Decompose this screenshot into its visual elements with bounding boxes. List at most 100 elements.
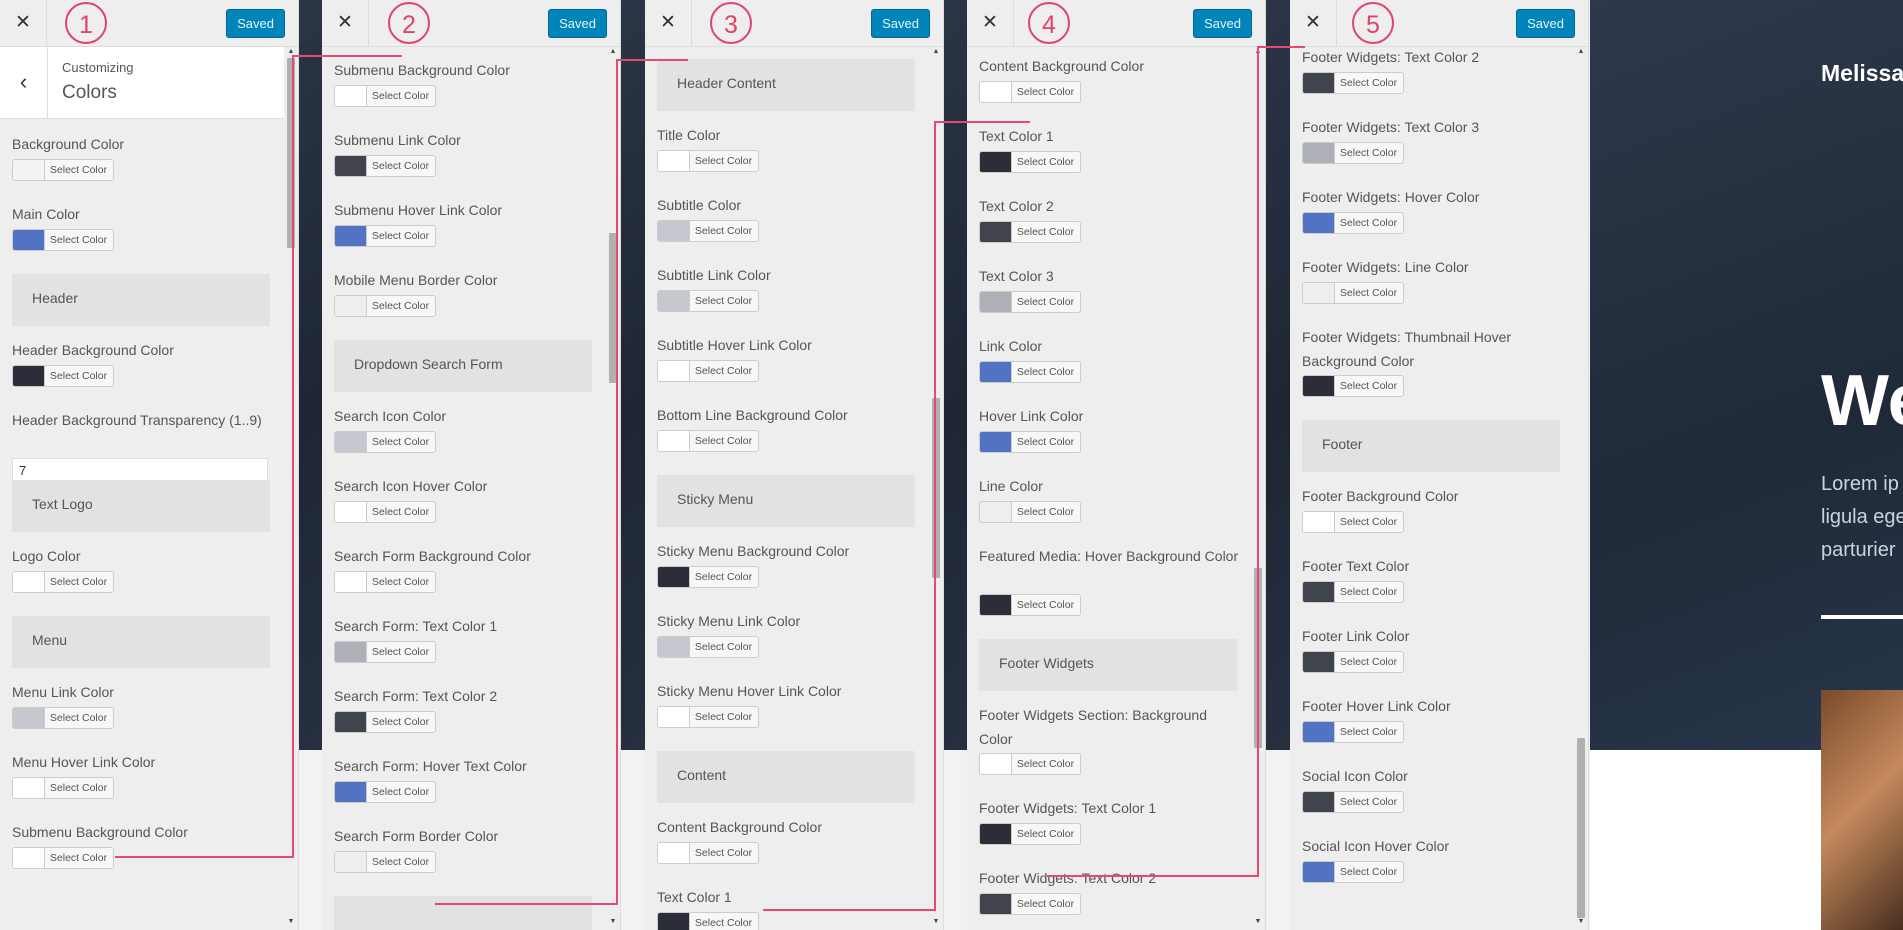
control-label: Footer Widgets: Line Color [1302,259,1469,275]
control-label: Footer Widgets: Hover Color [1302,189,1480,205]
select-color-button-text-color-3[interactable]: Select Color [979,291,1081,313]
select-color-button-social-icon-hover-color[interactable]: Select Color [1302,861,1404,883]
select-color-button-submenu-background-color[interactable]: Select Color [334,85,436,107]
select-color-button-footer-widgets-text-color-2[interactable]: Select Color [1302,72,1404,94]
select-color-button-sticky-menu-background-color[interactable]: Select Color [657,566,759,588]
select-color-button-background-color[interactable]: Select Color [12,159,114,181]
select-color-button-social-icon-color[interactable]: Select Color [1302,791,1404,813]
color-swatch [13,708,45,728]
scroll-up-arrow[interactable]: ▲ [609,48,617,56]
section-heading-dropdown-search-form[interactable]: Dropdown Search Form [334,340,592,392]
close-icon[interactable]: ✕ [322,0,369,46]
select-color-label: Select Color [694,571,753,583]
section-heading-header-content[interactable]: Header Content [657,59,915,111]
section-heading-footer-widgets[interactable]: Footer Widgets [979,639,1237,691]
section-heading-footer[interactable]: Footer [1302,420,1560,472]
select-color-button-footer-hover-link-color[interactable]: Select Color [1302,721,1404,743]
select-color-button-sticky-menu-hover-link-color[interactable]: Select Color [657,706,759,728]
section-heading-content[interactable]: Content [657,751,915,803]
select-color-button-footer-widgets-section-background-color[interactable]: Select Color [979,753,1081,775]
saved-button[interactable]: Saved [226,9,285,38]
close-icon[interactable]: ✕ [967,0,1014,46]
select-color-button-menu-link-color[interactable]: Select Color [12,707,114,729]
select-color-button-submenu-link-color[interactable]: Select Color [334,155,436,177]
select-color-button-footer-background-color[interactable]: Select Color [1302,511,1404,533]
select-color-button-footer-link-color[interactable]: Select Color [1302,651,1404,673]
select-color-button-hover-link-color[interactable]: Select Color [979,431,1081,453]
step-number-badge: 3 [710,2,752,44]
scrollbar[interactable]: ▲▼ [1576,48,1586,926]
control-label: Submenu Link Color [334,132,461,148]
select-color-button-footer-widgets-text-color-2[interactable]: Select Color [979,893,1081,915]
select-color-button-sticky-menu-link-color[interactable]: Select Color [657,636,759,658]
saved-button[interactable]: Saved [1193,9,1252,38]
select-color-button-text-color-1[interactable]: Select Color [979,151,1081,173]
section-heading-menu[interactable]: Menu [12,616,270,668]
close-icon[interactable]: ✕ [1290,0,1337,46]
select-color-button-content-background-color[interactable]: Select Color [979,81,1081,103]
select-color-button-search-form-border-color[interactable]: Select Color [334,851,436,873]
select-color-button-subtitle-hover-link-color[interactable]: Select Color [657,360,759,382]
saved-button[interactable]: Saved [1516,9,1575,38]
select-color-button-menu-hover-link-color[interactable]: Select Color [12,777,114,799]
select-color-button-subtitle-link-color[interactable]: Select Color [657,290,759,312]
close-icon[interactable]: ✕ [0,0,47,46]
scroll-up-arrow[interactable]: ▲ [932,48,940,56]
scrollbar-thumb[interactable] [1577,738,1585,918]
select-color-label: Select Color [1016,226,1075,238]
chevron-left-icon[interactable]: ‹ [0,46,48,118]
select-color-button-footer-text-color[interactable]: Select Color [1302,581,1404,603]
select-color-button-main-color[interactable]: Select Color [12,229,114,251]
select-color-button-search-icon-color[interactable]: Select Color [334,431,436,453]
select-color-button-bottom-line-background-color[interactable]: Select Color [657,430,759,452]
select-color-button-mobile-menu-border-color[interactable]: Select Color [334,295,436,317]
saved-button[interactable]: Saved [871,9,930,38]
select-color-label: Select Color [1016,506,1075,518]
close-icon[interactable]: ✕ [645,0,692,46]
select-color-button-search-form-text-color-2[interactable]: Select Color [334,711,436,733]
control-label: Search Form: Hover Text Color [334,758,527,774]
select-color-button-search-form-background-color[interactable]: Select Color [334,571,436,593]
control-label: Footer Link Color [1302,628,1410,644]
select-color-button-footer-widgets-thumbnail-hover-background-color[interactable]: Select Color [1302,375,1404,397]
scroll-down-arrow[interactable]: ▼ [932,918,940,926]
scrollbar[interactable]: ▲▼ [931,48,941,926]
select-color-button-content-background-color[interactable]: Select Color [657,842,759,864]
select-color-button-subtitle-color[interactable]: Select Color [657,220,759,242]
select-color-button-search-icon-hover-color[interactable]: Select Color [334,501,436,523]
select-color-button-link-color[interactable]: Select Color [979,361,1081,383]
select-color-button-footer-widgets-hover-color[interactable]: Select Color [1302,212,1404,234]
control-label: Menu Hover Link Color [12,754,156,770]
scroll-up-arrow[interactable]: ▲ [1577,48,1585,56]
select-color-button-search-form-text-color-1[interactable]: Select Color [334,641,436,663]
preview-site-title[interactable]: Melissa [1821,60,1903,87]
saved-button[interactable]: Saved [548,9,607,38]
section-heading-sticky-menu[interactable]: Sticky Menu [657,475,915,527]
select-color-button-text-color-2[interactable]: Select Color [979,221,1081,243]
customizer-panel: Header Content Title Color Select Color Sub… [645,0,944,930]
select-color-button-footer-widgets-line-color[interactable]: Select Color [1302,282,1404,304]
select-color-button-submenu-hover-link-color[interactable]: Select Color [334,225,436,247]
scroll-down-arrow[interactable]: ▼ [1577,918,1585,926]
select-color-button-featured-media-hover-background-color[interactable]: Select Color [979,594,1081,616]
select-color-button-logo-color[interactable]: Select Color [12,571,114,593]
select-color-button-title-color[interactable]: Select Color [657,150,759,172]
select-color-button-footer-widgets-text-color-1[interactable]: Select Color [979,823,1081,845]
section-heading-header[interactable]: Header [12,274,270,326]
control-label: Text Color 1 [979,128,1054,144]
select-color-button-header-background-color[interactable]: Select Color [12,365,114,387]
select-color-button-text-color-1[interactable]: Select Color [657,912,759,930]
scroll-down-arrow[interactable]: ▼ [1254,918,1262,926]
select-color-button-line-color[interactable]: Select Color [979,501,1081,523]
select-color-button-footer-widgets-text-color-3[interactable]: Select Color [1302,142,1404,164]
select-color-label: Select Color [1339,77,1398,89]
scroll-down-arrow[interactable]: ▼ [609,918,617,926]
scroll-down-arrow[interactable]: ▼ [287,918,295,926]
select-color-label: Select Color [371,300,430,312]
control-label: Footer Widgets: Text Color 1 [979,800,1157,816]
scrollbar[interactable]: ▲▼ [286,48,296,926]
select-color-button-search-form-hover-text-color[interactable]: Select Color [334,781,436,803]
select-color-button-submenu-background-color[interactable]: Select Color [12,847,114,869]
section-heading-text-logo[interactable]: Text Logo [12,480,270,532]
section-heading[interactable] [334,896,592,930]
